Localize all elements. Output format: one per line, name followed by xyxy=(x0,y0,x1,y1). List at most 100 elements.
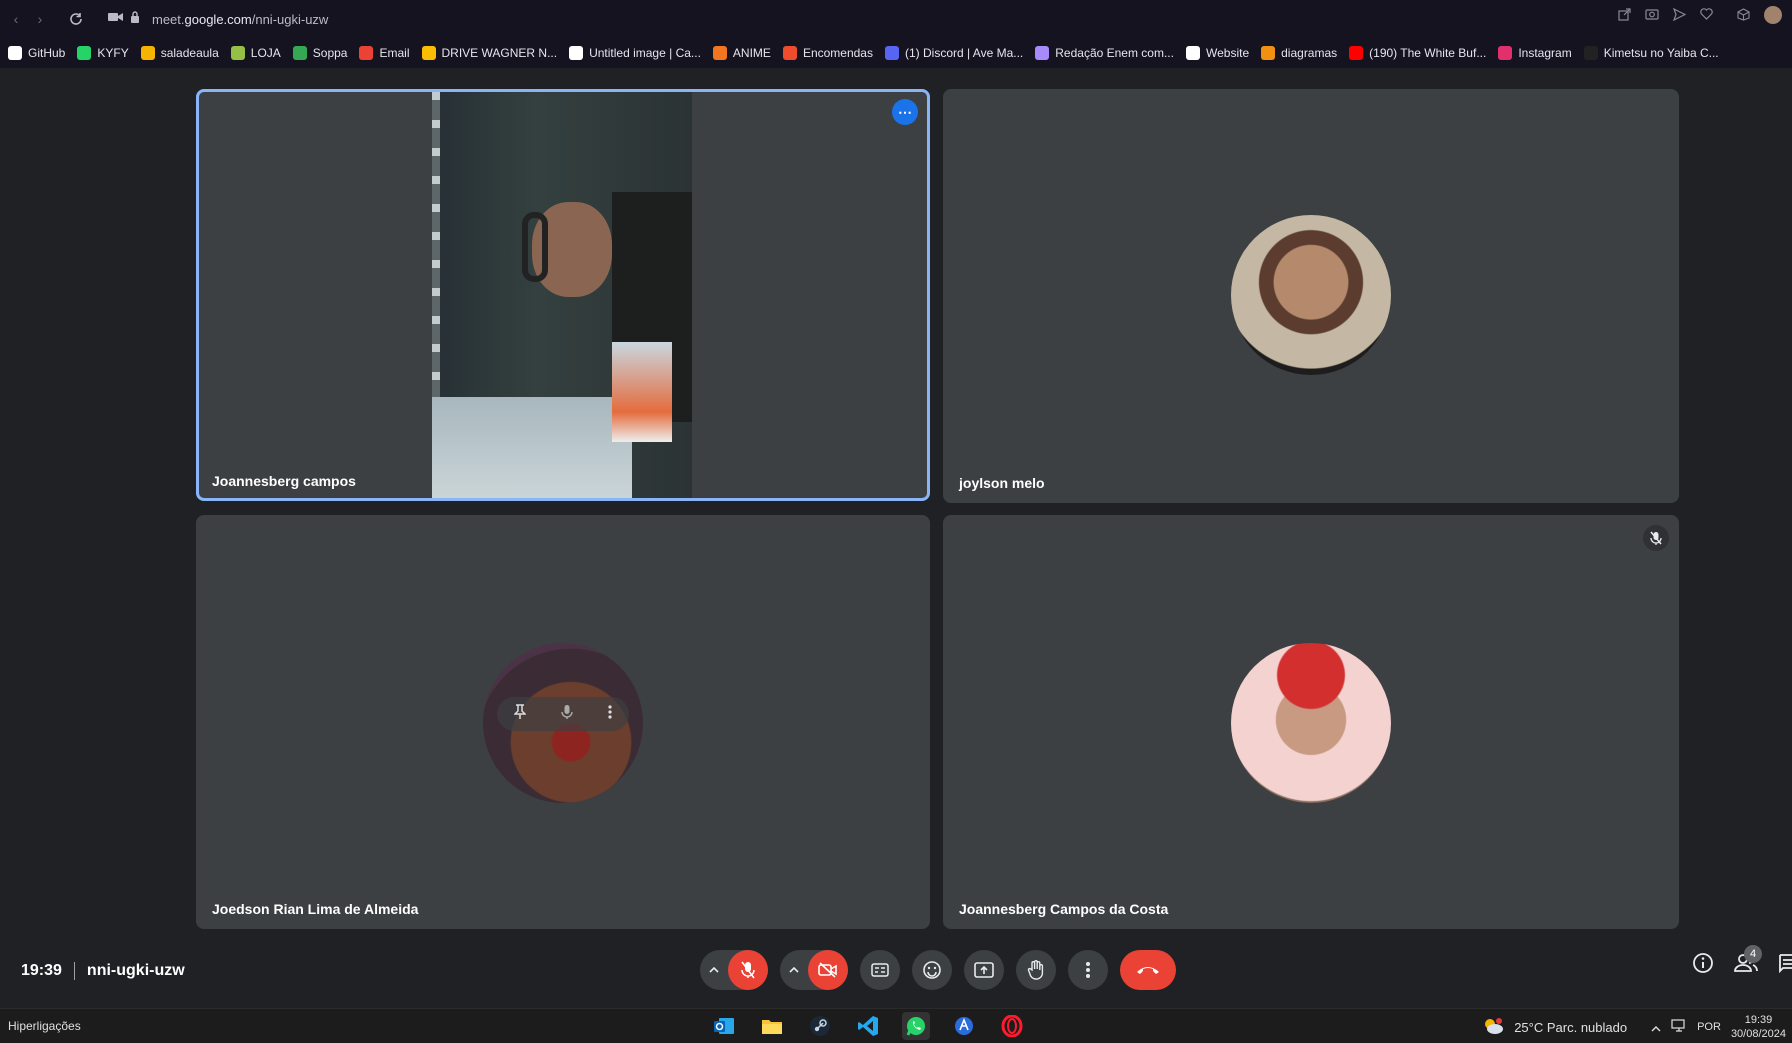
mic-icon[interactable] xyxy=(561,704,573,725)
weather-text[interactable]: 25°C Parc. nublado xyxy=(1514,1020,1627,1035)
avatar xyxy=(483,643,643,803)
people-button[interactable]: 4 xyxy=(1734,945,1762,978)
forward-button[interactable]: › xyxy=(28,7,52,31)
reload-icon[interactable] xyxy=(64,7,88,31)
whatsapp-icon[interactable] xyxy=(902,1012,930,1040)
bookmark-item[interactable]: (1) Discord | Ave Ma... xyxy=(884,46,1023,60)
mic-toggle-button[interactable] xyxy=(728,950,768,990)
links-toolbar-label[interactable]: Hiperligações xyxy=(8,1019,81,1033)
cube-icon[interactable] xyxy=(1737,8,1750,24)
avatar xyxy=(1231,643,1391,803)
bookmark-label: Instagram xyxy=(1518,46,1572,60)
meeting-info: 19:39 nni-ugki-uzw xyxy=(21,962,185,980)
address-bar[interactable]: meet.google.com/nni-ugki-uzw xyxy=(152,12,328,27)
lock-icon[interactable] xyxy=(130,10,140,28)
share-icon[interactable] xyxy=(1618,8,1631,24)
bookmark-label: LOJA xyxy=(250,46,281,60)
leave-call-button[interactable] xyxy=(1120,950,1176,990)
pin-icon[interactable] xyxy=(513,703,528,725)
participant-tile-4[interactable]: Joannesberg Campos da Costa xyxy=(943,515,1679,929)
bookmark-item[interactable]: ANIME xyxy=(712,46,771,60)
bookmark-favicon-icon xyxy=(782,46,797,60)
bookmark-favicon-icon xyxy=(1035,46,1050,60)
profile-avatar[interactable] xyxy=(1764,6,1782,24)
bookmark-favicon-icon xyxy=(884,46,899,60)
camera-indicator-icon[interactable] xyxy=(108,10,124,28)
participant-tile-1[interactable]: ⋯ Joannesberg campos xyxy=(196,89,930,501)
chat-icon[interactable] xyxy=(1778,953,1792,978)
bookmark-item[interactable]: diagramas xyxy=(1261,46,1337,60)
bookmarks-bar: GitHub KYFY saladeaula LOJA Soppa Email DRIVE … xyxy=(0,38,1792,68)
bookmark-item[interactable]: Instagram xyxy=(1498,46,1572,60)
network-icon[interactable] xyxy=(1671,1018,1687,1036)
bookmark-item[interactable]: Untitled image | Ca... xyxy=(569,46,701,60)
bookmark-item[interactable]: Redação Enem com... xyxy=(1035,46,1174,60)
browser-actions xyxy=(1618,6,1782,24)
participant-name: Joannesberg campos xyxy=(212,473,356,489)
bookmark-item[interactable]: Email xyxy=(359,46,410,60)
steam-icon[interactable] xyxy=(806,1012,834,1040)
opera-icon[interactable] xyxy=(998,1012,1026,1040)
call-controls xyxy=(700,950,1176,990)
camera-toggle-button[interactable] xyxy=(808,950,848,990)
captions-button[interactable] xyxy=(860,950,900,990)
bookmark-favicon-icon xyxy=(569,46,584,60)
bookmark-label: KYFY xyxy=(97,46,129,60)
participant-tile-3[interactable]: Joedson Rian Lima de Almeida xyxy=(196,515,930,929)
bookmark-label: Redação Enem com... xyxy=(1055,46,1174,60)
meet-controls-bar: 19:39 nni-ugki-uzw 4 xyxy=(0,938,1792,1008)
bookmark-item[interactable]: Encomendas xyxy=(782,46,873,60)
chevron-up-icon[interactable] xyxy=(780,967,808,973)
raise-hand-button[interactable] xyxy=(1016,950,1056,990)
bookmark-item[interactable]: Kimetsu no Yaiba C... xyxy=(1583,46,1719,60)
system-clock[interactable]: 19:39 30/08/2024 xyxy=(1731,1013,1786,1041)
vscode-icon[interactable] xyxy=(854,1012,882,1040)
participant-tile-2[interactable]: joylson melo xyxy=(943,89,1679,503)
clock-date: 30/08/2024 xyxy=(1730,1028,1786,1040)
file-explorer-icon[interactable] xyxy=(758,1012,786,1040)
taskbar-apps xyxy=(710,1012,1026,1040)
send-icon[interactable] xyxy=(1672,7,1687,24)
bookmark-label: ANIME xyxy=(732,46,771,60)
bookmark-favicon-icon xyxy=(1349,46,1364,60)
language-indicator[interactable]: POR xyxy=(1697,1021,1721,1033)
back-button[interactable]: ‹ xyxy=(4,7,28,31)
bookmark-favicon-icon xyxy=(292,46,307,60)
bookmark-label: Untitled image | Ca... xyxy=(589,46,701,60)
bookmark-item[interactable]: Website xyxy=(1185,46,1249,60)
bookmark-item[interactable]: (190) The White Buf... xyxy=(1349,46,1486,60)
bookmark-favicon-icon xyxy=(1185,46,1200,60)
info-icon[interactable] xyxy=(1692,952,1714,979)
camera-icon[interactable] xyxy=(1645,8,1659,24)
heart-icon[interactable] xyxy=(1700,8,1713,24)
chevron-up-icon[interactable] xyxy=(1651,1020,1661,1035)
more-options-button[interactable] xyxy=(1068,950,1108,990)
bookmark-label: Kimetsu no Yaiba C... xyxy=(1603,46,1719,60)
more-vert-icon[interactable] xyxy=(608,704,612,725)
weather-icon[interactable] xyxy=(1482,1017,1504,1038)
bookmark-item[interactable]: LOJA xyxy=(230,46,281,60)
bookmark-favicon-icon xyxy=(1498,46,1513,60)
bookmark-label: Soppa xyxy=(312,46,348,60)
emoji-button[interactable] xyxy=(912,950,952,990)
bookmark-item[interactable]: DRIVE WAGNER N... xyxy=(421,46,557,60)
bookmark-item[interactable]: GitHub xyxy=(8,46,65,60)
present-screen-button[interactable] xyxy=(964,950,1004,990)
participant-name: joylson melo xyxy=(959,475,1045,491)
bookmark-item[interactable]: KYFY xyxy=(77,46,129,60)
meeting-code[interactable]: nni-ugki-uzw xyxy=(87,962,185,980)
bookmark-item[interactable]: Soppa xyxy=(292,46,348,60)
more-options-button[interactable]: ⋯ xyxy=(892,99,918,125)
bookmark-item[interactable]: saladeaula xyxy=(140,46,219,60)
participant-count-badge: 4 xyxy=(1744,945,1762,963)
outlook-icon[interactable] xyxy=(710,1012,738,1040)
chevron-up-icon[interactable] xyxy=(700,967,728,973)
meeting-side-controls: 4 xyxy=(1692,945,1792,979)
system-tray: 25°C Parc. nublado POR 19:39 30/08/2024 xyxy=(1482,1013,1786,1041)
url-path: /nni-ugki-uzw xyxy=(251,11,329,27)
meet-stage: ⋯ Joannesberg campos joylson melo Joedso… xyxy=(0,68,1792,938)
url-domain: google.com xyxy=(184,11,252,27)
meeting-time: 19:39 xyxy=(21,962,62,979)
windows-taskbar: Hiperligações 25°C Parc. nublado POR 19:… xyxy=(0,1008,1792,1043)
copilot-icon[interactable] xyxy=(950,1012,978,1040)
